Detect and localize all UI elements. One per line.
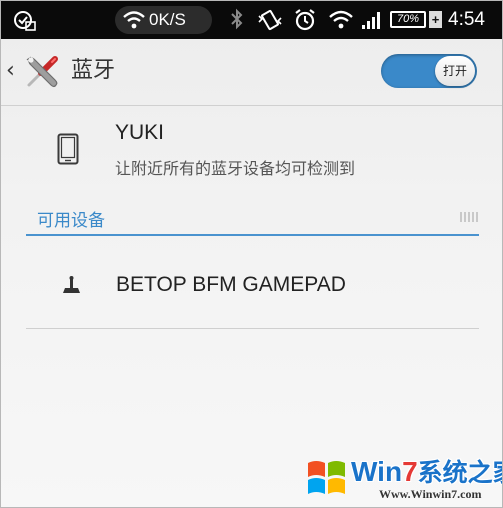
vibrate-icon — [258, 9, 282, 31]
signal-icon — [362, 12, 380, 29]
bluetooth-icon — [231, 8, 243, 30]
this-device-row[interactable]: YUKI 让附近所有的蓝牙设备均可检测到 — [1, 111, 502, 191]
list-divider — [26, 328, 479, 329]
watermark-brand-b: 7 — [402, 456, 418, 487]
alarm-icon — [295, 9, 315, 31]
scanning-indicator-icon — [460, 212, 478, 222]
bluetooth-toggle[interactable]: 打开 — [381, 54, 477, 88]
alarm-clock-check-icon — [14, 11, 36, 31]
watermark-brand: Win7系统之家 — [351, 453, 502, 489]
settings-tools-icon[interactable] — [23, 51, 63, 91]
back-button[interactable]: ‹ — [6, 51, 15, 91]
toggle-knob-label: 打开 — [435, 56, 475, 86]
section-header-available: 可用设备 — [37, 211, 105, 231]
watermark-url: Www.Winwin7.com — [379, 487, 482, 501]
watermark-brand-a: Win — [351, 456, 403, 487]
wifi-icon — [123, 11, 145, 29]
wifi-icon — [329, 10, 353, 29]
device-list-name: BETOP BFM GAMEPAD — [116, 273, 346, 296]
page-title: 蓝牙 — [71, 58, 116, 83]
device-visibility-status: 让附近所有的蓝牙设备均可检测到 — [115, 159, 356, 178]
charging-indicator: + — [429, 11, 442, 28]
device-name: YUKI — [115, 121, 165, 144]
windows-logo-icon — [308, 461, 345, 494]
list-item[interactable]: BETOP BFM GAMEPAD — [1, 255, 502, 319]
tablet-icon — [57, 133, 79, 165]
net-speed: 0K/S — [149, 10, 186, 29]
action-bar: ‹ 蓝牙 打开 — [1, 39, 502, 105]
clock: 4:54 — [448, 9, 485, 30]
screen: 0K/S 70% + 4:54 ‹ 蓝牙 打开 YUKI 让附近所有的蓝牙设备均… — [0, 0, 503, 508]
watermark-brand-c: 系统之家 — [417, 459, 502, 487]
battery-icon: 70% — [390, 11, 426, 28]
joystick-icon — [63, 276, 80, 293]
section-divider — [26, 234, 479, 236]
status-bar: 0K/S 70% + 4:54 — [1, 1, 502, 39]
header-divider — [1, 105, 502, 106]
